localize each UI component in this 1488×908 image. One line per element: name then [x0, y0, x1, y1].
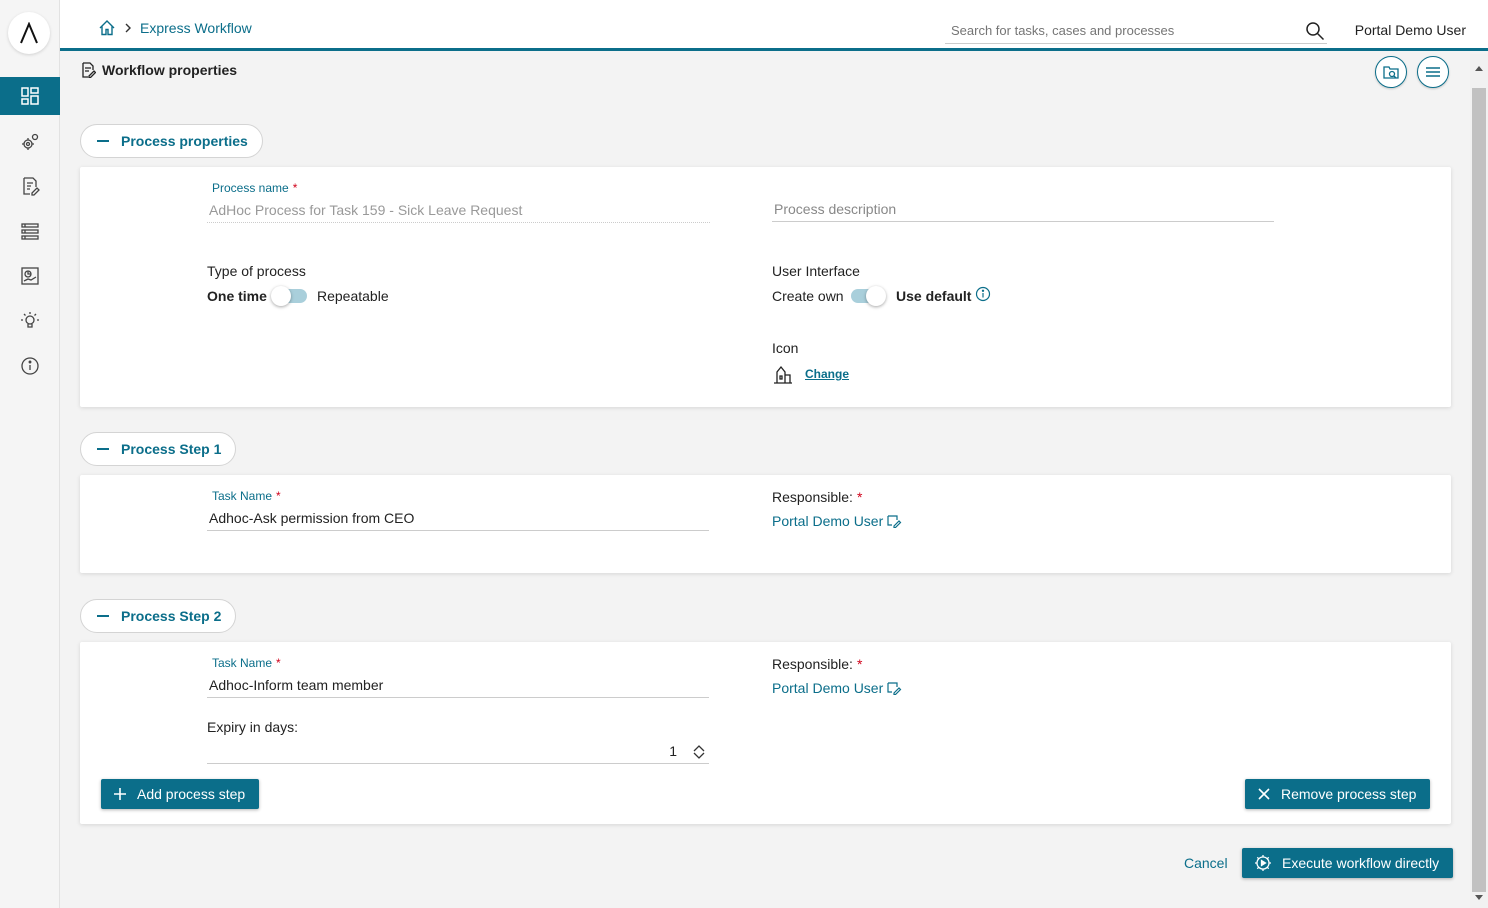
remove-process-step-button[interactable]: Remove process step [1245, 779, 1431, 809]
top-header: Express Workflow Portal Demo User [60, 0, 1488, 51]
expiry-days-input[interactable]: 1 [207, 740, 709, 764]
add-process-step-button[interactable]: Add process step [101, 779, 260, 809]
page-title-text: Workflow properties [102, 62, 238, 78]
sidebar-item-processes[interactable] [0, 123, 60, 161]
logo-icon [20, 22, 38, 44]
responsible-user-link[interactable]: Portal Demo User [772, 513, 902, 529]
scroll-thumb[interactable] [1472, 88, 1486, 892]
edit-responsible-icon [887, 515, 902, 528]
cancel-link[interactable]: Cancel [1184, 855, 1228, 871]
collapse-icon [97, 615, 109, 617]
edit-document-icon [82, 62, 96, 78]
user-interface-label: User Interface [772, 263, 860, 279]
remove-process-step-label: Remove process step [1281, 786, 1417, 802]
task-edit-icon [23, 177, 40, 196]
one-time-label: One time [207, 288, 267, 304]
user-interface-switch[interactable] [851, 286, 886, 306]
process-step-1-card: Task Name * Adhoc-Ask permission from CEO… [80, 475, 1451, 573]
sidebar-item-processes-ideas[interactable] [0, 302, 60, 340]
chevron-right-icon [125, 23, 131, 33]
process-properties-toggle[interactable]: Process properties [80, 124, 263, 158]
global-search [945, 16, 1327, 44]
sidebar-item-tasks[interactable] [0, 167, 60, 205]
dashboard-icon [21, 87, 39, 105]
process-step-1-label: Process Step 1 [121, 441, 222, 457]
process-description-field[interactable]: Process description [772, 198, 1274, 222]
repeatable-label: Repeatable [317, 288, 389, 304]
task-name-field[interactable]: Adhoc-Inform team member [207, 674, 709, 698]
task-name-label: Task Name * [212, 489, 281, 503]
responsible-user-name: Portal Demo User [772, 680, 884, 696]
statistics-icon [21, 267, 39, 285]
sidebar-item-statistics[interactable] [0, 257, 60, 295]
change-icon-link[interactable]: Change [805, 367, 849, 381]
scroll-up-icon[interactable] [1474, 64, 1484, 72]
home-icon[interactable] [98, 19, 116, 37]
menu-button[interactable] [1417, 56, 1449, 88]
responsible-label: Responsible: * [772, 489, 863, 505]
collapse-icon [97, 448, 109, 450]
plus-icon [114, 788, 126, 800]
process-icon-preview [774, 365, 792, 384]
lightbulb-icon [21, 312, 39, 328]
expiry-label: Expiry in days: [207, 719, 299, 735]
search-icon[interactable] [1305, 21, 1325, 41]
process-name-label: Process name * [212, 181, 298, 195]
gears-icon [22, 133, 39, 150]
close-icon [1258, 788, 1270, 800]
search-input[interactable] [945, 16, 1285, 44]
scroll-down-icon[interactable] [1474, 894, 1484, 902]
process-type-switch[interactable] [271, 286, 307, 306]
collapse-icon [97, 140, 109, 142]
create-own-label: Create own [772, 288, 844, 304]
process-properties-card: Process name * AdHoc Process for Task 159… [80, 167, 1451, 407]
switch-knob [866, 286, 886, 306]
process-name-field[interactable]: AdHoc Process for Task 159 - Sick Leave … [207, 199, 710, 223]
sidebar-item-about[interactable] [0, 347, 60, 385]
breadcrumb: Express Workflow [98, 19, 252, 37]
view-process-icon [1383, 66, 1399, 79]
info-icon[interactable] [975, 286, 991, 302]
app-logo[interactable] [8, 12, 50, 54]
icon-label: Icon [772, 340, 799, 356]
process-step-2-toggle[interactable]: Process Step 2 [80, 599, 237, 633]
process-step-2-label: Process Step 2 [121, 608, 222, 624]
expiry-stepper [693, 744, 705, 760]
execute-workflow-button[interactable]: Execute workflow directly [1242, 848, 1454, 878]
list-icon [21, 223, 39, 240]
sidebar-item-cases[interactable] [0, 212, 60, 250]
type-of-process-label: Type of process [207, 263, 306, 279]
page-title: Workflow properties [80, 62, 237, 78]
task-name-field[interactable]: Adhoc-Ask permission from CEO [207, 507, 709, 531]
edit-responsible-icon [887, 682, 902, 695]
process-properties-label: Process properties [121, 133, 248, 149]
process-viewer-button[interactable] [1375, 56, 1407, 88]
info-icon [21, 357, 39, 375]
scrollbar[interactable] [1470, 54, 1488, 908]
user-menu[interactable]: Portal Demo User [1355, 22, 1466, 38]
add-process-step-label: Add process step [137, 786, 246, 802]
execute-gear-icon [1255, 855, 1271, 871]
breadcrumb-express-workflow[interactable]: Express Workflow [140, 20, 252, 36]
use-default-label: Use default [896, 288, 972, 304]
task-name-label: Task Name * [212, 656, 281, 670]
execute-workflow-label: Execute workflow directly [1282, 855, 1440, 871]
sidebar-item-dashboard[interactable] [0, 77, 60, 115]
responsible-user-link[interactable]: Portal Demo User [772, 680, 902, 696]
stepper-up-icon[interactable] [693, 744, 705, 752]
process-step-1-toggle[interactable]: Process Step 1 [80, 432, 237, 466]
responsible-user-name: Portal Demo User [772, 513, 884, 529]
switch-knob [271, 286, 291, 306]
responsible-label: Responsible: * [772, 656, 863, 672]
hamburger-icon [1426, 67, 1440, 77]
sidebar [0, 0, 60, 908]
stepper-down-icon[interactable] [693, 752, 705, 760]
